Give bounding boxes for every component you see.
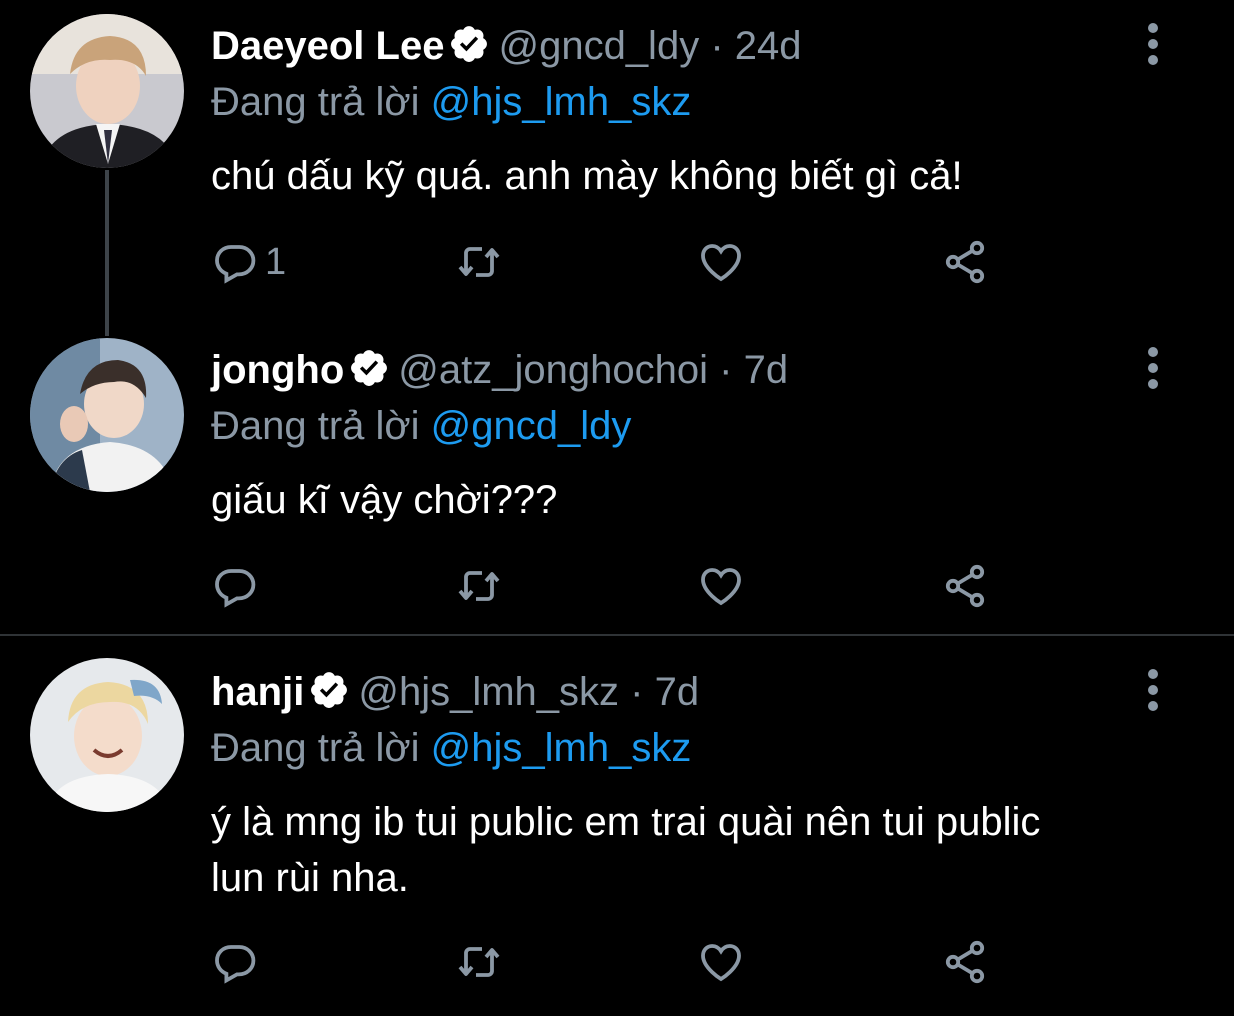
like-button[interactable] — [697, 938, 745, 986]
tweet-header: hanji @hjs_lmh_skz · 7d — [211, 668, 699, 716]
display-name[interactable]: hanji — [211, 670, 304, 714]
verified-badge-icon — [311, 672, 348, 708]
handle[interactable]: @gncd_ldy — [498, 24, 699, 68]
timestamp[interactable]: 7d — [655, 670, 700, 714]
share-icon — [945, 240, 985, 284]
replying-to-handle[interactable]: @hjs_lmh_skz — [431, 726, 692, 770]
reply-button[interactable] — [211, 562, 265, 610]
replying-to-label: Đang trả lời — [211, 404, 420, 448]
retweet-icon — [458, 247, 500, 277]
like-button[interactable] — [697, 562, 745, 610]
separator: · — [630, 670, 644, 714]
display-name[interactable]: Daeyeol Lee — [211, 24, 444, 68]
tweet-daeyeol[interactable]: Daeyeol Lee @gncd_ldy · 24d Đang trả lời … — [0, 0, 1234, 330]
replying-to-label: Đang trả lời — [211, 80, 420, 124]
heart-icon — [701, 944, 741, 982]
reply-button[interactable] — [211, 938, 265, 986]
verified-badge-icon — [451, 26, 488, 62]
tweet-text: ý là mng ib tui public em trai quài nên … — [211, 800, 1041, 900]
retweet-button[interactable] — [455, 238, 503, 286]
share-button[interactable] — [941, 238, 989, 286]
replying-to-label: Đang trả lời — [211, 726, 420, 770]
replying-to-handle[interactable]: @gncd_ldy — [431, 404, 632, 448]
more-options-icon[interactable] — [1140, 16, 1166, 72]
heart-icon — [701, 568, 741, 606]
reply-count: 1 — [265, 240, 287, 283]
tweet-jongho[interactable]: jongho @atz_jonghochoi · 7d Đang trả lời … — [0, 330, 1234, 634]
reply-icon — [215, 569, 256, 608]
heart-icon — [701, 244, 741, 282]
timestamp[interactable]: 7d — [744, 348, 789, 392]
share-icon — [945, 940, 985, 984]
avatar[interactable] — [30, 338, 184, 492]
separator: · — [719, 348, 733, 392]
more-options-icon[interactable] — [1140, 662, 1166, 718]
replying-to: Đang trả lời @hjs_lmh_skz — [211, 724, 691, 772]
share-button[interactable] — [941, 562, 989, 610]
tweet-actions — [211, 562, 1011, 610]
replying-to: Đang trả lời @hjs_lmh_skz — [211, 78, 691, 126]
reply-button[interactable]: 1 — [211, 238, 286, 286]
more-options-icon[interactable] — [1140, 340, 1166, 396]
reply-icon — [215, 945, 256, 984]
handle[interactable]: @hjs_lmh_skz — [358, 670, 619, 714]
handle[interactable]: @atz_jonghochoi — [398, 348, 708, 392]
share-button[interactable] — [941, 938, 989, 986]
tweet-hanji[interactable]: hanji @hjs_lmh_skz · 7d Đang trả lời @hjs… — [0, 636, 1234, 1016]
tweet-text: chú dấu kỹ quá. anh mày không biết gì cả… — [211, 154, 963, 198]
tweet-actions: 1 — [211, 238, 1011, 286]
avatar[interactable] — [30, 14, 184, 168]
replying-to-handle[interactable]: @hjs_lmh_skz — [431, 80, 692, 124]
retweet-button[interactable] — [455, 562, 503, 610]
avatar[interactable] — [30, 658, 184, 812]
replying-to: Đang trả lời @gncd_ldy — [211, 402, 631, 450]
tweet-text: giấu kĩ vậy chời??? — [211, 478, 558, 522]
tweet-header: jongho @atz_jonghochoi · 7d — [211, 346, 788, 394]
verified-badge-icon — [351, 350, 388, 386]
reply-icon — [215, 245, 256, 284]
like-button[interactable] — [697, 238, 745, 286]
display-name[interactable]: jongho — [211, 348, 344, 392]
timestamp[interactable]: 24d — [735, 24, 802, 68]
tweet-actions — [211, 938, 1011, 986]
share-icon — [945, 564, 985, 608]
separator: · — [710, 24, 724, 68]
retweet-icon — [458, 571, 500, 601]
tweet-header: Daeyeol Lee @gncd_ldy · 24d — [211, 22, 802, 70]
retweet-icon — [458, 947, 500, 977]
retweet-button[interactable] — [455, 938, 503, 986]
